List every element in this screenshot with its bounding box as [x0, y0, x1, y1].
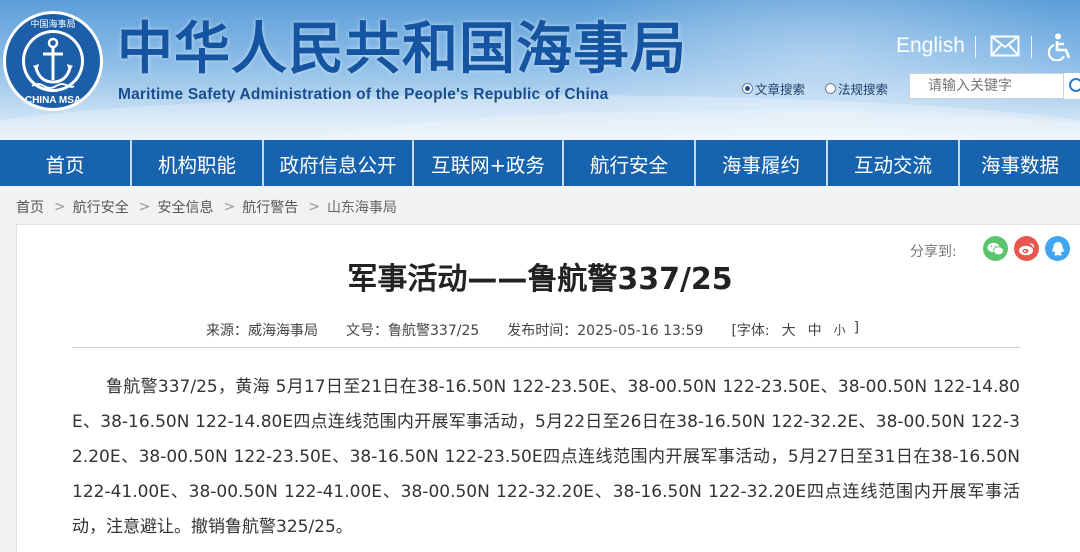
nav-item-data[interactable]: 海事数据 [960, 140, 1080, 186]
nav-item-functions[interactable]: 机构职能 [132, 140, 264, 186]
nav-item-compliance[interactable]: 海事履约 [696, 140, 828, 186]
header-divider [1031, 36, 1032, 58]
nav-item-gov-info[interactable]: 政府信息公开 [264, 140, 414, 186]
english-link[interactable]: English [896, 34, 965, 58]
svg-text:CHINA MSA: CHINA MSA [25, 95, 81, 106]
nav-item-navigation-safety[interactable]: 航行安全 [564, 140, 696, 186]
search-option-article[interactable]: 文章搜索 [742, 79, 805, 98]
breadcrumb-navigation-safety[interactable]: 航行安全 [73, 197, 129, 217]
mail-icon[interactable] [990, 35, 1020, 57]
nav-item-interaction[interactable]: 互动交流 [828, 140, 960, 186]
header-divider [975, 36, 976, 58]
article-source: 来源：威海海事局 [206, 323, 318, 339]
chevron-right-icon: > [223, 199, 236, 215]
nav-item-home[interactable]: 首页 [0, 140, 132, 186]
breadcrumb-navigation-warnings[interactable]: 航行警告 [242, 197, 298, 217]
accessibility-icon[interactable] [1048, 33, 1074, 61]
chevron-right-icon: > [138, 199, 151, 215]
font-size-medium-button[interactable]: 中 [808, 320, 822, 340]
chevron-right-icon: > [54, 199, 66, 215]
site-title-chinese: 中华人民共和国海事局 [117, 17, 687, 82]
article-meta: 来源：威海海事局 文号：鲁航警337/25 发布时间：2025-05-16 13… [206, 320, 859, 340]
radio-selected-icon[interactable] [742, 83, 753, 94]
article-body: 鲁航警337/25，黄海 5月17日至21日在38-16.50N 122-23.… [72, 377, 1020, 537]
search-option-law[interactable]: 法规搜索 [825, 79, 888, 98]
meta-divider [72, 347, 1020, 348]
breadcrumb-safety-info[interactable]: 安全信息 [157, 197, 213, 217]
breadcrumb-home[interactable]: 首页 [16, 197, 44, 217]
msa-logo[interactable]: 中国海事局 CHINA MSA [2, 10, 104, 112]
font-size-label: [字体: [731, 323, 770, 339]
radio-unselected-icon[interactable] [825, 83, 836, 94]
search-input[interactable] [909, 73, 1064, 99]
main-nav: 首页 机构职能 政府信息公开 互联网+政务 航行安全 海事履约 互动交流 海事数… [0, 140, 1080, 186]
font-size-small-button[interactable]: 小 [834, 321, 846, 341]
site-title-english: Maritime Safety Administration of the Pe… [118, 86, 609, 103]
article-title: 军事活动——鲁航警337/25 [347, 262, 733, 297]
font-size-large-button[interactable]: 大 [782, 320, 796, 340]
svg-text:中国海事局: 中国海事局 [30, 18, 75, 30]
site-header: 中国海事局 CHINA MSA 中华人民共和国海事局 Maritime Safe… [0, 0, 1080, 140]
breadcrumb-shandong-msa[interactable]: 山东海事局 [327, 197, 397, 217]
chevron-right-icon: > [308, 199, 320, 215]
font-size-bracket: ] [853, 320, 860, 336]
nav-item-internet-services[interactable]: 互联网+政务 [414, 140, 564, 186]
breadcrumb: 首页 > 航行安全 > 安全信息 > 航行警告 > 山东海事局 [16, 197, 397, 217]
search-icon[interactable] [1064, 73, 1080, 99]
article-publish-time: 发布时间：2025-05-16 13:59 [507, 323, 704, 339]
article-doc-number: 文号：鲁航警337/25 [346, 323, 480, 339]
